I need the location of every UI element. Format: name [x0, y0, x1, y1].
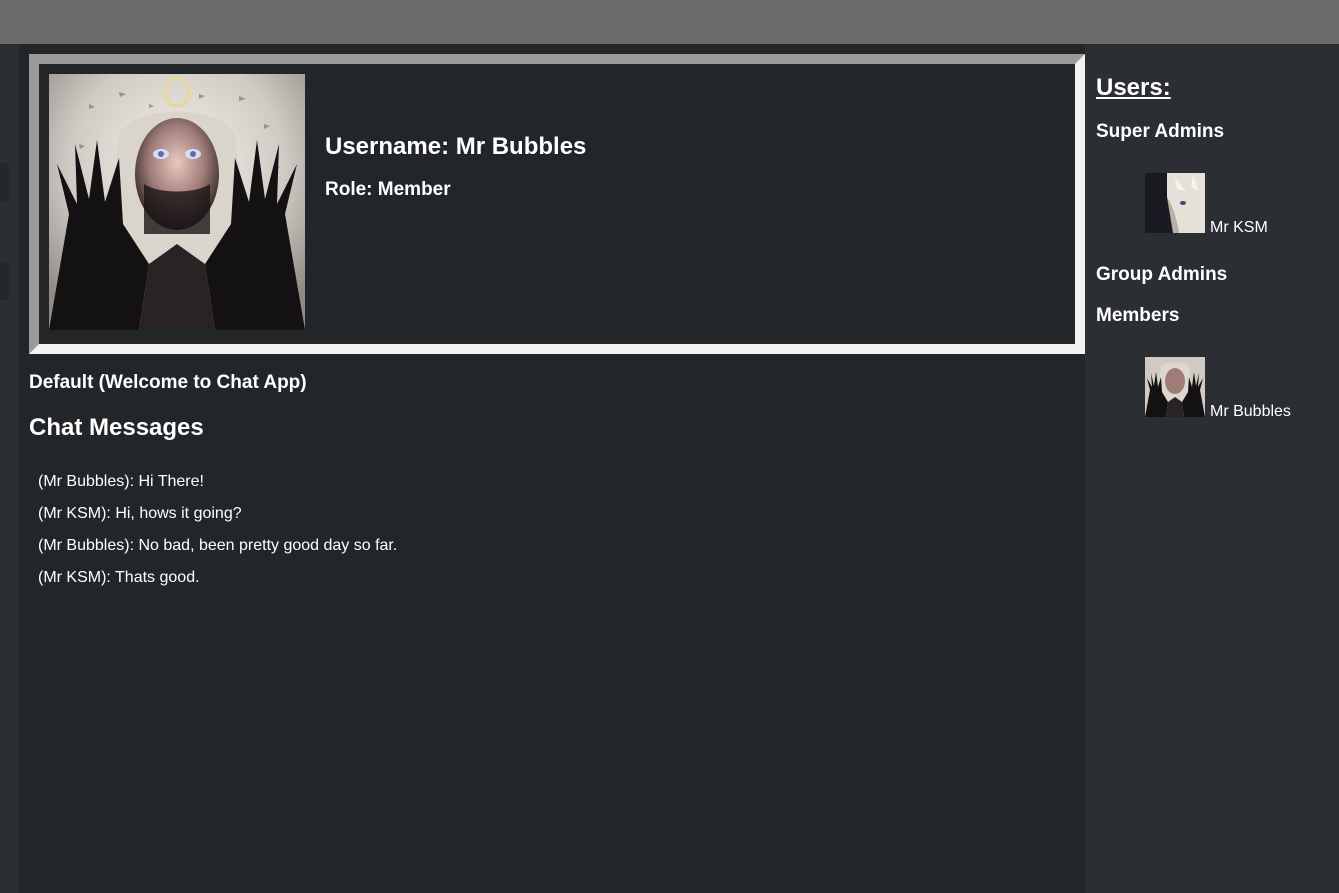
user-name: Mr Bubbles [1210, 403, 1291, 420]
channel-name[interactable]: Default (Welcome to Chat App) [29, 371, 307, 395]
user-avatar [1145, 173, 1205, 233]
chat-heading: Chat Messages [29, 414, 204, 441]
profile-role: Role: Member [325, 179, 451, 200]
message-item: (Mr Bubbles): No bad, been pretty good d… [38, 537, 398, 554]
main-content: Username: Mr Bubbles Role: Member Defaul… [19, 44, 1085, 893]
message-item: (Mr KSM): Thats good. [38, 569, 200, 586]
profile-avatar [49, 74, 305, 330]
message-item: (Mr KSM): Hi, hows it going? [38, 505, 242, 522]
profile-username: Username: Mr Bubbles [325, 133, 587, 160]
group-admins-heading: Group Admins [1096, 264, 1228, 285]
message-item: (Mr Bubbles): Hi There! [38, 473, 204, 490]
user-list-item[interactable]: Mr KSM [1145, 173, 1268, 236]
message-list: (Mr Bubbles): Hi There! (Mr KSM): Hi, ho… [38, 466, 397, 594]
user-avatar [1145, 357, 1205, 417]
profile-info: Username: Mr Bubbles Role: Member [325, 132, 586, 202]
left-strip-tab[interactable] [0, 163, 9, 201]
users-title: Users: [1096, 74, 1171, 101]
user-name: Mr KSM [1210, 219, 1268, 236]
profile-card: Username: Mr Bubbles Role: Member [29, 54, 1085, 354]
top-bar [0, 0, 1339, 44]
user-list-item[interactable]: Mr Bubbles [1145, 357, 1291, 420]
users-panel: Users: Super Admins Mr KSM Group Admins … [1085, 44, 1339, 893]
members-heading: Members [1096, 305, 1180, 326]
wolf-avatar-icon [1145, 173, 1205, 233]
super-admins-heading: Super Admins [1096, 121, 1225, 142]
left-strip [0, 44, 19, 893]
user-avatar-small-icon [1145, 357, 1205, 417]
user-avatar-large-icon [49, 74, 305, 330]
left-strip-tab[interactable] [0, 262, 9, 300]
